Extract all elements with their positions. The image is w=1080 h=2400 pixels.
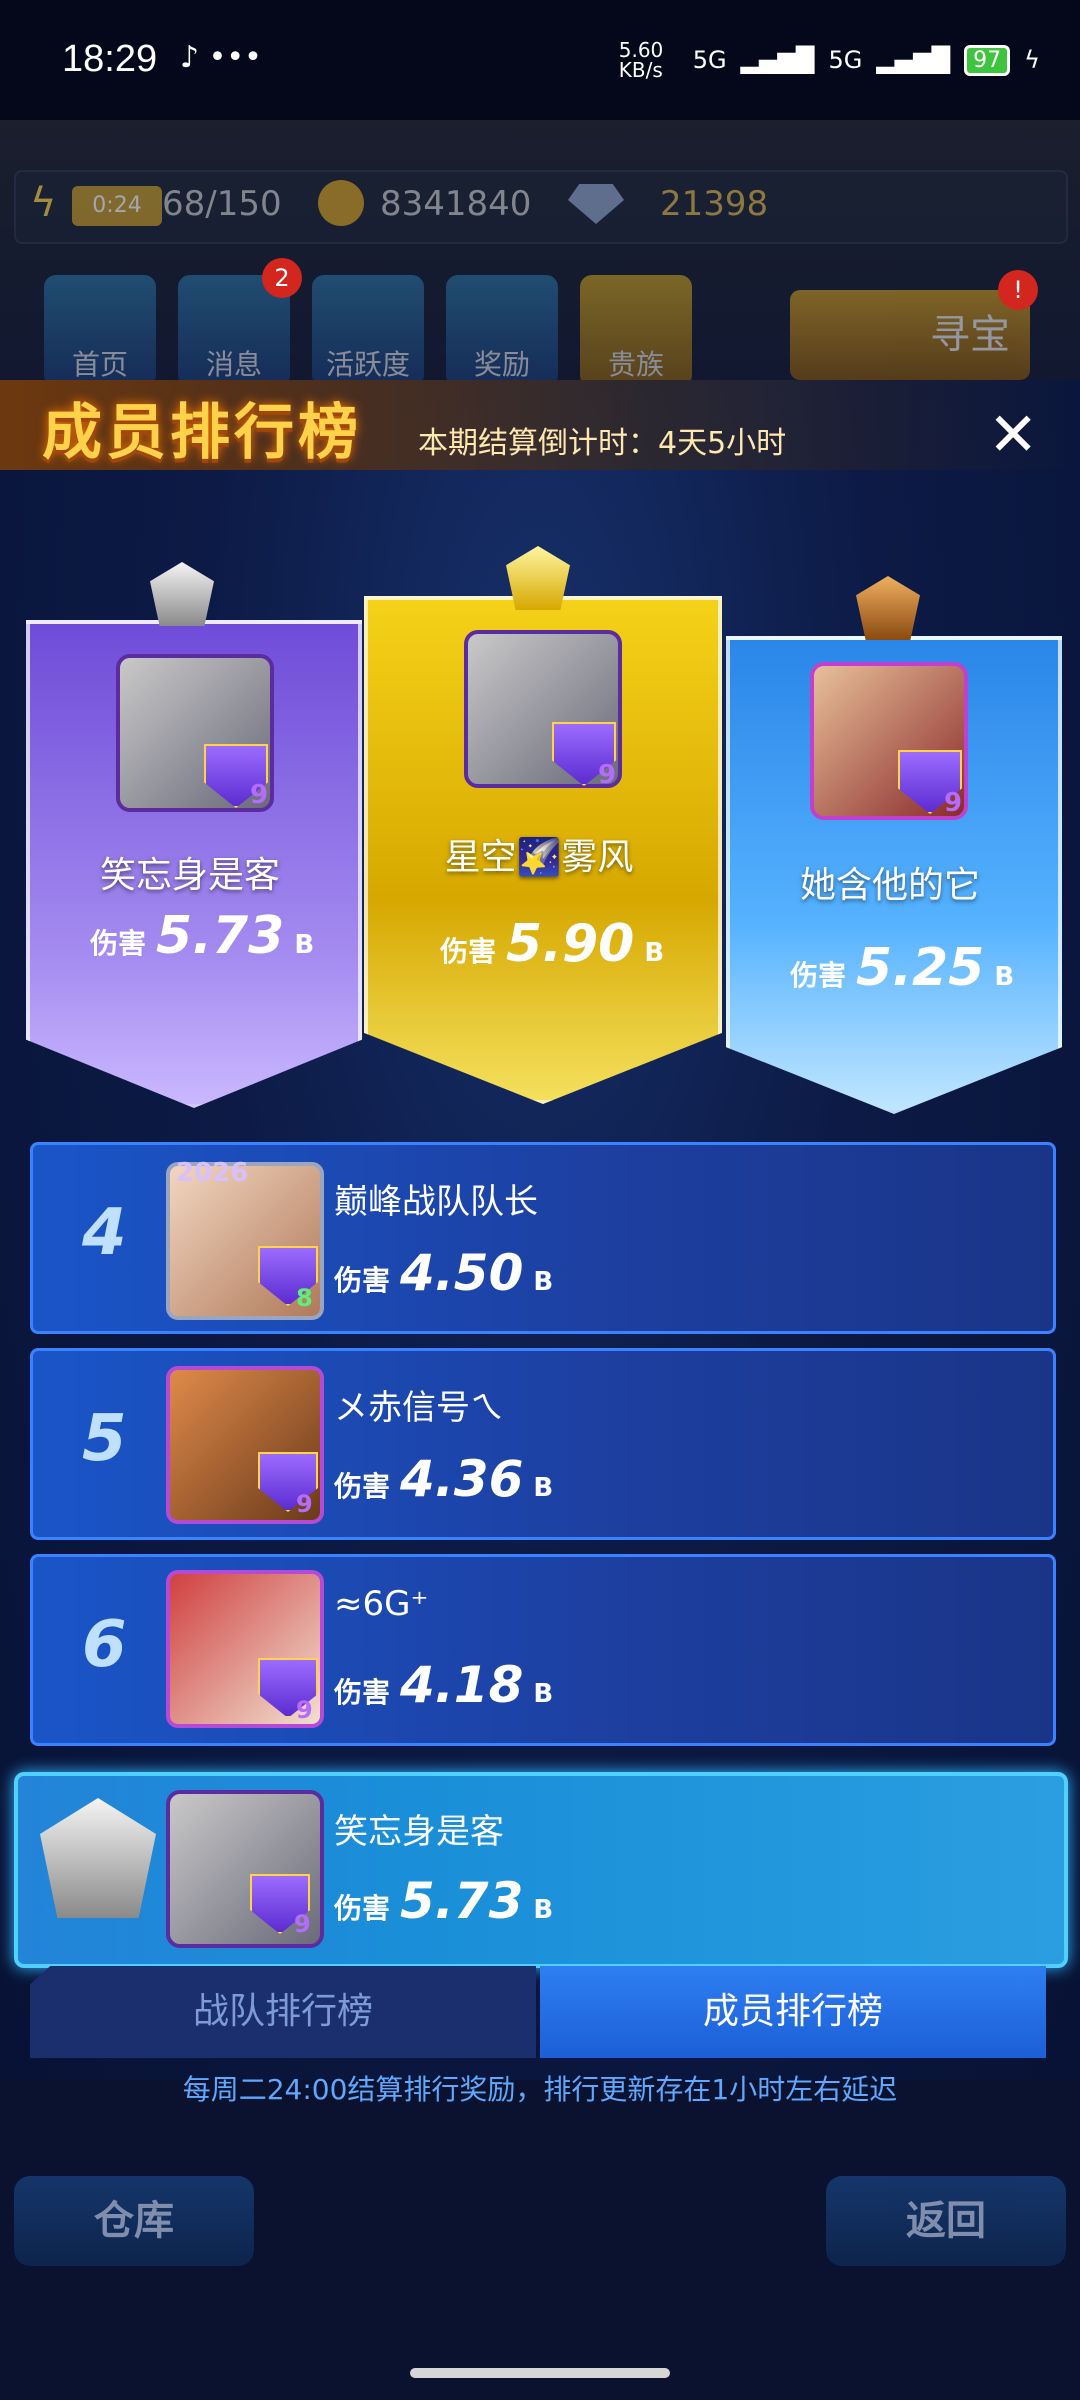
damage-unit: B	[533, 1267, 554, 1297]
net-speed: 5.60 KB/s	[618, 38, 664, 82]
tiktok-icon: ♪ •••	[180, 40, 262, 75]
level-number: 9	[294, 1910, 311, 1938]
back-button[interactable]: 返回	[826, 2176, 1066, 2266]
level-number: 9	[296, 1696, 313, 1724]
activity-button[interactable]: 活跃度	[312, 275, 424, 387]
gold-value: 8341840	[380, 184, 532, 224]
damage-value: 4.50	[400, 1244, 524, 1302]
damage-display: 伤害 5.73 B	[334, 1872, 553, 1930]
countdown-text: 本期结算倒计时：4天5小时	[418, 426, 787, 461]
message-button-label: 消息	[205, 348, 262, 381]
damage-display: 伤害 5.90 B	[440, 914, 664, 974]
player-name: メ赤信号ㄟ	[334, 1388, 504, 1428]
damage-unit: B	[533, 1895, 554, 1925]
damage-value: 4.18	[400, 1656, 524, 1714]
rank-number: 5	[82, 1402, 127, 1476]
status-icons: 5.60 KB/s 5G ▂▄▆█ 5G ▂▄▆█ 97 ϟ	[619, 40, 1040, 80]
damage-label: 伤害	[90, 927, 147, 960]
reward-button-label: 奖励	[473, 348, 530, 381]
clock: 18:29	[62, 38, 158, 80]
charging-icon: ϟ	[1024, 46, 1040, 74]
damage-display: 伤害 5.73 B	[90, 906, 314, 966]
damage-unit: B	[533, 1473, 554, 1503]
player-name: 笑忘身是客	[334, 1812, 504, 1852]
signal-bars-icon: ▂▄▆█	[876, 46, 951, 74]
damage-display: 伤害 4.18 B	[334, 1656, 553, 1714]
energy-timer: 0:24	[72, 186, 162, 226]
level-number: 9	[296, 1490, 313, 1518]
rank-number: 6	[82, 1608, 127, 1682]
signal-5g-1: 5G	[692, 46, 727, 74]
modal-title: 成员排行榜	[42, 398, 362, 468]
damage-value: 5.73	[400, 1872, 524, 1930]
damage-value: 5.90	[506, 914, 635, 974]
damage-label: 伤害	[790, 959, 847, 992]
level-number: 9	[944, 788, 963, 818]
tab-member-ranking[interactable]: 成员排行榜	[540, 1966, 1046, 2058]
rank-number: 4	[82, 1196, 127, 1270]
damage-label: 伤害	[334, 1470, 391, 1503]
damage-display: 伤害 4.36 B	[334, 1450, 553, 1508]
frame-year: 2026	[176, 1158, 249, 1188]
damage-display: 伤害 4.50 B	[334, 1244, 553, 1302]
damage-display: 伤害 5.25 B	[790, 938, 1014, 998]
damage-label: 伤害	[440, 935, 497, 968]
treasure-button[interactable]: 寻宝	[790, 290, 1030, 380]
signal-5g-2: 5G	[828, 46, 863, 74]
player-name: 她含他的它	[799, 865, 980, 906]
energy-value: 68/150	[162, 184, 282, 224]
damage-label: 伤害	[334, 1264, 391, 1297]
battery-icon: 97	[964, 44, 1011, 76]
damage-label: 伤害	[334, 1676, 391, 1709]
signal-bars-icon: ▂▄▆█	[740, 46, 815, 74]
damage-unit: B	[294, 930, 315, 960]
gem-value: 21398	[660, 184, 769, 224]
treasure-badge: !	[998, 270, 1038, 310]
warehouse-button[interactable]: 仓库	[14, 2176, 254, 2266]
damage-label: 伤害	[334, 1892, 391, 1925]
home-button[interactable]: 首页	[44, 275, 156, 387]
settlement-note: 每周二24:00结算排行奖励，排行更新存在1小时左右延迟	[182, 2073, 898, 2106]
gold-icon[interactable]	[318, 180, 364, 226]
damage-value: 5.25	[856, 938, 985, 998]
player-name: 星空🌠雾风	[444, 837, 634, 878]
home-indicator[interactable]	[410, 2368, 670, 2378]
level-number: 8	[296, 1284, 313, 1312]
damage-value: 4.36	[400, 1450, 524, 1508]
damage-value: 5.73	[156, 906, 285, 966]
reward-button[interactable]: 奖励	[446, 275, 558, 387]
player-name: ≈6G⁺	[334, 1584, 429, 1624]
damage-unit: B	[644, 938, 665, 968]
noble-button-label: 贵族	[607, 348, 664, 381]
damage-unit: B	[994, 962, 1015, 992]
damage-unit: B	[533, 1679, 554, 1709]
level-number: 9	[598, 760, 617, 790]
noble-button[interactable]: 贵族	[580, 275, 692, 387]
tab-team-ranking[interactable]: 战队排行榜	[30, 1966, 536, 2058]
player-name: 巅峰战队队长	[334, 1182, 538, 1222]
player-name: 笑忘身是客	[99, 855, 280, 896]
home-button-label: 首页	[71, 348, 128, 381]
energy-icon: ϟ	[30, 180, 57, 226]
close-icon[interactable]: ✕	[988, 400, 1038, 470]
message-badge: 2	[262, 258, 302, 298]
treasure-label: 寻宝	[930, 312, 1010, 358]
activity-button-label: 活跃度	[325, 348, 410, 381]
level-number: 9	[250, 780, 269, 810]
